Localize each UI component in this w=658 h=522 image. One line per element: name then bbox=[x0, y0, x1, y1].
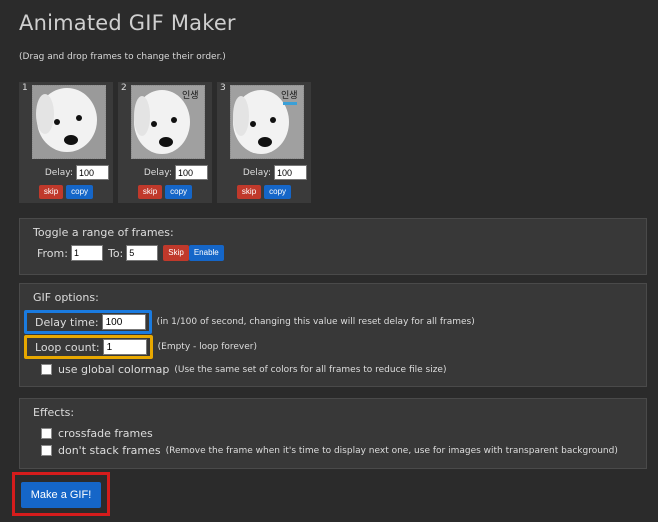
delay-time-note: (in 1/100 of second, changing this value… bbox=[156, 317, 475, 327]
delay-label: Delay: bbox=[44, 168, 73, 178]
delay-time-highlight: Delay time: bbox=[24, 310, 152, 334]
delay-time-input[interactable] bbox=[101, 314, 146, 330]
range-to-input[interactable] bbox=[126, 245, 159, 261]
frame-delay: Delay: bbox=[217, 165, 311, 180]
gif-options-title: GIF options: bbox=[33, 291, 99, 304]
copy-button[interactable]: copy bbox=[165, 185, 193, 199]
crossfade-label[interactable]: crossfade frames bbox=[58, 427, 153, 440]
delay-label: Delay: bbox=[143, 168, 172, 178]
overlay-text: 인생 bbox=[182, 90, 199, 101]
frame-delay-input[interactable] bbox=[274, 165, 307, 180]
from-label: From: bbox=[37, 246, 68, 260]
dog-image bbox=[33, 86, 105, 158]
frame-number: 1 bbox=[22, 83, 28, 93]
copy-button[interactable]: copy bbox=[264, 185, 292, 199]
frame-card-1[interactable]: 1 Delay: skip copy bbox=[19, 82, 113, 203]
frame-thumbnail[interactable]: 인생 bbox=[131, 85, 205, 159]
to-label: To: bbox=[107, 246, 124, 260]
loop-count-highlight: Loop count: bbox=[24, 335, 153, 359]
loop-count-note: (Empty - loop forever) bbox=[157, 342, 258, 352]
dont-stack-label[interactable]: don't stack frames bbox=[58, 444, 161, 457]
frame-card-2[interactable]: 2 인생 Delay: skip copy bbox=[118, 82, 212, 203]
effects-title: Effects: bbox=[33, 406, 75, 419]
delay-label: Delay: bbox=[242, 168, 271, 178]
make-gif-button[interactable]: Make a GIF! bbox=[21, 482, 101, 508]
delay-time-label: Delay time: bbox=[35, 315, 99, 329]
skip-button[interactable]: skip bbox=[236, 185, 262, 199]
frame-delay-input[interactable] bbox=[76, 165, 109, 180]
loop-count-label: Loop count: bbox=[35, 340, 100, 354]
overlay-text: 인생 bbox=[281, 90, 298, 101]
gif-options-panel: GIF options: Delay time: (in 1/100 of se… bbox=[19, 283, 647, 387]
frame-thumbnail[interactable] bbox=[32, 85, 106, 159]
frame-delay-input[interactable] bbox=[175, 165, 208, 180]
dont-stack-checkbox[interactable] bbox=[41, 445, 52, 456]
make-gif-highlight: Make a GIF! bbox=[12, 472, 110, 516]
toggle-range-title: Toggle a range of frames: bbox=[33, 226, 174, 239]
dog-image: 인생 bbox=[231, 86, 303, 158]
frame-card-3[interactable]: 3 인생 Delay: skip copy bbox=[217, 82, 311, 203]
frames-list: 1 Delay: skip copy 2 bbox=[19, 82, 311, 203]
global-colormap-note: (Use the same set of colors for all fram… bbox=[174, 364, 447, 375]
effects-panel: Effects: crossfade frames don't stack fr… bbox=[19, 398, 647, 469]
frame-delay: Delay: bbox=[19, 165, 113, 180]
frame-thumbnail[interactable]: 인생 bbox=[230, 85, 304, 159]
range-skip-button[interactable]: Skip bbox=[163, 245, 189, 261]
range-from-input[interactable] bbox=[70, 245, 103, 261]
copy-button[interactable]: copy bbox=[66, 185, 94, 199]
skip-button[interactable]: skip bbox=[38, 185, 64, 199]
drag-hint: (Drag and drop frames to change their or… bbox=[19, 52, 226, 62]
loop-count-input[interactable] bbox=[102, 339, 147, 355]
frame-number: 3 bbox=[220, 83, 226, 93]
global-colormap-checkbox[interactable] bbox=[41, 364, 52, 375]
frame-number: 2 bbox=[121, 83, 127, 93]
toggle-range-panel: Toggle a range of frames: From: To: Skip… bbox=[19, 218, 647, 275]
range-enable-button[interactable]: Enable bbox=[188, 245, 224, 261]
skip-button[interactable]: skip bbox=[137, 185, 163, 199]
frame-delay: Delay: bbox=[118, 165, 212, 180]
page-title: Animated GIF Maker bbox=[19, 11, 236, 35]
global-colormap-label[interactable]: use global colormap bbox=[58, 363, 169, 376]
crossfade-checkbox[interactable] bbox=[41, 428, 52, 439]
dog-image: 인생 bbox=[132, 86, 204, 158]
dont-stack-note: (Remove the frame when it's time to disp… bbox=[165, 445, 618, 456]
